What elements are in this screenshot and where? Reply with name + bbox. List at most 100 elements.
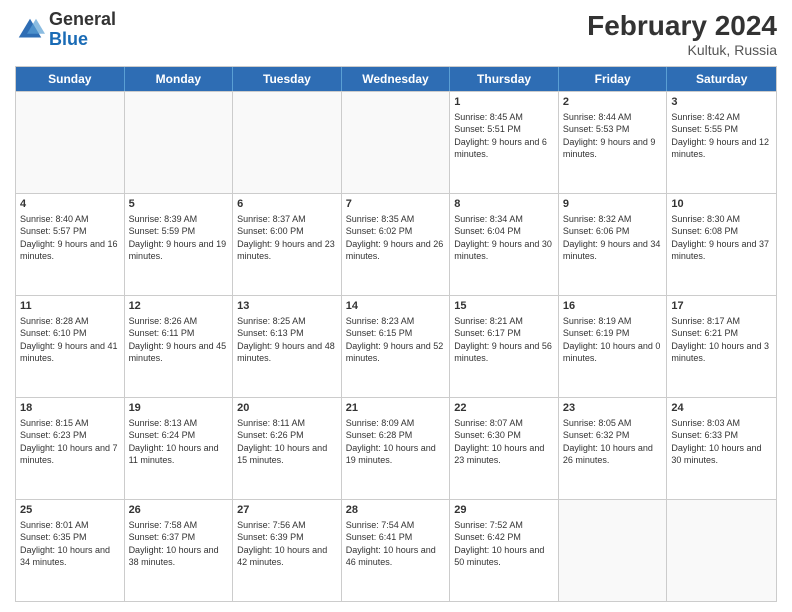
cal-cell-r4-c3: 28 Sunrise: 7:54 AM Sunset: 6:41 PM Dayli…: [342, 500, 451, 601]
cell-text: Sunrise: 8:28 AM Sunset: 6:10 PM Dayligh…: [20, 315, 120, 364]
cal-row-1: 4 Sunrise: 8:40 AM Sunset: 5:57 PM Daylig…: [16, 193, 776, 295]
cell-text: Sunrise: 8:42 AM Sunset: 5:55 PM Dayligh…: [671, 111, 772, 160]
header-thursday: Thursday: [450, 67, 559, 91]
header-saturday: Saturday: [667, 67, 776, 91]
cell-text: Sunrise: 8:26 AM Sunset: 6:11 PM Dayligh…: [129, 315, 229, 364]
day-number: 4: [20, 197, 120, 211]
day-number: 26: [129, 503, 229, 517]
cal-cell-r0-c0: [16, 92, 125, 193]
cell-text: Sunrise: 8:45 AM Sunset: 5:51 PM Dayligh…: [454, 111, 554, 160]
cell-text: Sunrise: 8:15 AM Sunset: 6:23 PM Dayligh…: [20, 417, 120, 466]
day-number: 21: [346, 401, 446, 415]
day-number: 6: [237, 197, 337, 211]
cell-text: Sunrise: 8:19 AM Sunset: 6:19 PM Dayligh…: [563, 315, 663, 364]
cal-cell-r4-c4: 29Sunrise: 7:52 AM Sunset: 6:42 PM Dayli…: [450, 500, 559, 601]
day-number: 15: [454, 299, 554, 313]
cal-row-2: 11 Sunrise: 8:28 AM Sunset: 6:10 PM Dayli…: [16, 295, 776, 397]
cal-cell-r1-c2: 6 Sunrise: 8:37 AM Sunset: 6:00 PM Daylig…: [233, 194, 342, 295]
cal-cell-r3-c6: 24 Sunrise: 8:03 AM Sunset: 6:33 PM Dayli…: [667, 398, 776, 499]
day-number: 27: [237, 503, 337, 517]
day-number: 10: [671, 197, 772, 211]
calendar-header: Sunday Monday Tuesday Wednesday Thursday…: [16, 67, 776, 91]
day-number: 25: [20, 503, 120, 517]
cal-cell-r4-c2: 27 Sunrise: 7:56 AM Sunset: 6:39 PM Dayli…: [233, 500, 342, 601]
cell-text: Sunrise: 8:34 AM Sunset: 6:04 PM Dayligh…: [454, 213, 554, 262]
cal-cell-r1-c6: 10Sunrise: 8:30 AM Sunset: 6:08 PM Dayli…: [667, 194, 776, 295]
day-number: 8: [454, 197, 554, 211]
calendar: Sunday Monday Tuesday Wednesday Thursday…: [15, 66, 777, 602]
cal-cell-r2-c6: 17 Sunrise: 8:17 AM Sunset: 6:21 PM Dayli…: [667, 296, 776, 397]
day-number: 18: [20, 401, 120, 415]
cell-text: Sunrise: 8:35 AM Sunset: 6:02 PM Dayligh…: [346, 213, 446, 262]
day-number: 2: [563, 95, 663, 109]
cell-text: Sunrise: 8:23 AM Sunset: 6:15 PM Dayligh…: [346, 315, 446, 364]
cal-cell-r1-c1: 5 Sunrise: 8:39 AM Sunset: 5:59 PM Daylig…: [125, 194, 234, 295]
logo-text: General Blue: [49, 10, 116, 50]
cal-cell-r3-c4: 22 Sunrise: 8:07 AM Sunset: 6:30 PM Dayli…: [450, 398, 559, 499]
cell-text: Sunrise: 8:25 AM Sunset: 6:13 PM Dayligh…: [237, 315, 337, 364]
header-tuesday: Tuesday: [233, 67, 342, 91]
cal-cell-r1-c3: 7 Sunrise: 8:35 AM Sunset: 6:02 PM Daylig…: [342, 194, 451, 295]
day-number: 17: [671, 299, 772, 313]
cell-text: Sunrise: 8:17 AM Sunset: 6:21 PM Dayligh…: [671, 315, 772, 364]
cal-cell-r0-c4: 1 Sunrise: 8:45 AM Sunset: 5:51 PM Daylig…: [450, 92, 559, 193]
cal-cell-r1-c0: 4 Sunrise: 8:40 AM Sunset: 5:57 PM Daylig…: [16, 194, 125, 295]
day-number: 28: [346, 503, 446, 517]
day-number: 29: [454, 503, 554, 517]
cell-text: Sunrise: 8:40 AM Sunset: 5:57 PM Dayligh…: [20, 213, 120, 262]
cal-row-3: 18 Sunrise: 8:15 AM Sunset: 6:23 PM Dayli…: [16, 397, 776, 499]
cell-text: Sunrise: 8:37 AM Sunset: 6:00 PM Dayligh…: [237, 213, 337, 262]
cell-text: Sunrise: 7:54 AM Sunset: 6:41 PM Dayligh…: [346, 519, 446, 568]
header-wednesday: Wednesday: [342, 67, 451, 91]
cell-text: Sunrise: 8:03 AM Sunset: 6:33 PM Dayligh…: [671, 417, 772, 466]
day-number: 1: [454, 95, 554, 109]
cell-text: Sunrise: 8:21 AM Sunset: 6:17 PM Dayligh…: [454, 315, 554, 364]
header: General Blue February 2024 Kultuk, Russi…: [15, 10, 777, 58]
logo-blue: Blue: [49, 30, 116, 50]
day-number: 22: [454, 401, 554, 415]
cell-text: Sunrise: 7:56 AM Sunset: 6:39 PM Dayligh…: [237, 519, 337, 568]
logo: General Blue: [15, 10, 116, 50]
day-number: 24: [671, 401, 772, 415]
title-block: February 2024 Kultuk, Russia: [587, 10, 777, 58]
header-monday: Monday: [125, 67, 234, 91]
day-number: 19: [129, 401, 229, 415]
logo-icon: [15, 15, 45, 45]
day-number: 5: [129, 197, 229, 211]
cell-text: Sunrise: 8:13 AM Sunset: 6:24 PM Dayligh…: [129, 417, 229, 466]
month-year: February 2024: [587, 10, 777, 42]
day-number: 3: [671, 95, 772, 109]
cell-text: Sunrise: 8:05 AM Sunset: 6:32 PM Dayligh…: [563, 417, 663, 466]
day-number: 9: [563, 197, 663, 211]
page: General Blue February 2024 Kultuk, Russi…: [0, 0, 792, 612]
day-number: 12: [129, 299, 229, 313]
calendar-body: 1 Sunrise: 8:45 AM Sunset: 5:51 PM Daylig…: [16, 91, 776, 601]
cal-cell-r0-c3: [342, 92, 451, 193]
cell-text: Sunrise: 8:07 AM Sunset: 6:30 PM Dayligh…: [454, 417, 554, 466]
day-number: 11: [20, 299, 120, 313]
cal-cell-r4-c6: [667, 500, 776, 601]
cell-text: Sunrise: 8:44 AM Sunset: 5:53 PM Dayligh…: [563, 111, 663, 160]
cal-cell-r1-c4: 8 Sunrise: 8:34 AM Sunset: 6:04 PM Daylig…: [450, 194, 559, 295]
cell-text: Sunrise: 8:09 AM Sunset: 6:28 PM Dayligh…: [346, 417, 446, 466]
cal-cell-r2-c0: 11 Sunrise: 8:28 AM Sunset: 6:10 PM Dayli…: [16, 296, 125, 397]
cal-cell-r4-c0: 25Sunrise: 8:01 AM Sunset: 6:35 PM Dayli…: [16, 500, 125, 601]
cal-cell-r2-c2: 13Sunrise: 8:25 AM Sunset: 6:13 PM Dayli…: [233, 296, 342, 397]
day-number: 20: [237, 401, 337, 415]
header-sunday: Sunday: [16, 67, 125, 91]
cal-cell-r0-c2: [233, 92, 342, 193]
cal-cell-r1-c5: 9 Sunrise: 8:32 AM Sunset: 6:06 PM Daylig…: [559, 194, 668, 295]
cal-cell-r3-c5: 23 Sunrise: 8:05 AM Sunset: 6:32 PM Dayli…: [559, 398, 668, 499]
cal-cell-r4-c5: [559, 500, 668, 601]
cal-cell-r0-c1: [125, 92, 234, 193]
cal-row-4: 25Sunrise: 8:01 AM Sunset: 6:35 PM Dayli…: [16, 499, 776, 601]
cell-text: Sunrise: 8:32 AM Sunset: 6:06 PM Dayligh…: [563, 213, 663, 262]
cell-text: Sunrise: 7:58 AM Sunset: 6:37 PM Dayligh…: [129, 519, 229, 568]
cal-row-0: 1 Sunrise: 8:45 AM Sunset: 5:51 PM Daylig…: [16, 91, 776, 193]
day-number: 7: [346, 197, 446, 211]
cal-cell-r3-c3: 21 Sunrise: 8:09 AM Sunset: 6:28 PM Dayli…: [342, 398, 451, 499]
day-number: 23: [563, 401, 663, 415]
cell-text: Sunrise: 8:39 AM Sunset: 5:59 PM Dayligh…: [129, 213, 229, 262]
cal-cell-r0-c6: 3 Sunrise: 8:42 AM Sunset: 5:55 PM Daylig…: [667, 92, 776, 193]
header-friday: Friday: [559, 67, 668, 91]
